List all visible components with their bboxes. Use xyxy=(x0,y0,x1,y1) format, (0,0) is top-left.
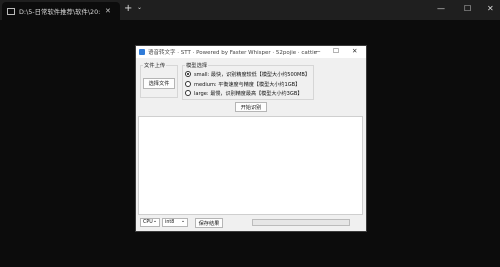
maximize-icon[interactable]: ☐ xyxy=(464,4,471,14)
model-option-large[interactable]: large: 最慢，识别精度最高【模型大小约3GB】 xyxy=(185,89,302,97)
select-file-button[interactable]: 选择文件 xyxy=(143,78,175,89)
terminal-icon xyxy=(7,7,15,15)
model-large-label: large: 最慢，识别精度最高【模型大小约3GB】 xyxy=(194,90,303,97)
app-titlebar: 语音转文字 · STT · Powered by Faster Whisper … xyxy=(136,46,366,58)
app-minimize-icon[interactable]: — xyxy=(314,47,321,55)
device-select-value: CPU xyxy=(143,220,153,225)
model-medium-label: medium: 平衡速度与精度【模型大小约1GB】 xyxy=(194,81,301,88)
close-tab-icon[interactable]: ✕ xyxy=(105,7,111,15)
app-title: 语音转文字 · STT · Powered by Faster Whisper … xyxy=(148,50,318,56)
chevron-down-icon: ⌄ xyxy=(152,219,157,224)
minimize-icon[interactable]: — xyxy=(437,4,445,14)
close-window-icon[interactable]: ✕ xyxy=(487,4,494,14)
model-select-label: 模型选择 xyxy=(185,61,209,69)
app-maximize-icon[interactable]: ☐ xyxy=(333,47,339,55)
new-tab-icon[interactable]: + xyxy=(124,4,132,14)
model-small-label: small: 最快，识别精度较低【模型大小约500MB】 xyxy=(194,71,311,78)
compute-select-value: int8 xyxy=(165,220,175,225)
progress-bar xyxy=(252,219,350,226)
file-upload-label: 文件上传 xyxy=(143,61,167,69)
model-option-medium[interactable]: medium: 平衡速度与精度【模型大小约1GB】 xyxy=(185,80,300,88)
device-select[interactable]: CPU ⌄ xyxy=(140,218,160,227)
radio-small[interactable] xyxy=(185,71,191,77)
chevron-down-icon: ⌄ xyxy=(180,219,185,224)
radio-large[interactable] xyxy=(185,90,191,96)
model-option-small[interactable]: small: 最快，识别精度较低【模型大小约500MB】 xyxy=(185,70,310,78)
start-recognition-button[interactable]: 开始识别 xyxy=(235,102,267,112)
app-icon xyxy=(139,49,145,55)
terminal-tab-bar: D:\5-日常软件推荐\软件\20: ✕ + ⌄ — ☐ ✕ xyxy=(0,0,500,20)
terminal-tab-title: D:\5-日常软件推荐\软件\20: xyxy=(19,7,101,16)
compute-type-select[interactable]: int8 ⌄ xyxy=(162,218,188,227)
save-result-button[interactable]: 保存结果 xyxy=(195,218,223,228)
transcript-output[interactable] xyxy=(138,116,363,215)
terminal-tab[interactable]: D:\5-日常软件推荐\软件\20: ✕ xyxy=(2,2,120,20)
app-close-icon[interactable]: ✕ xyxy=(352,47,357,55)
tab-dropdown-icon[interactable]: ⌄ xyxy=(137,4,142,11)
radio-medium[interactable] xyxy=(185,81,191,87)
